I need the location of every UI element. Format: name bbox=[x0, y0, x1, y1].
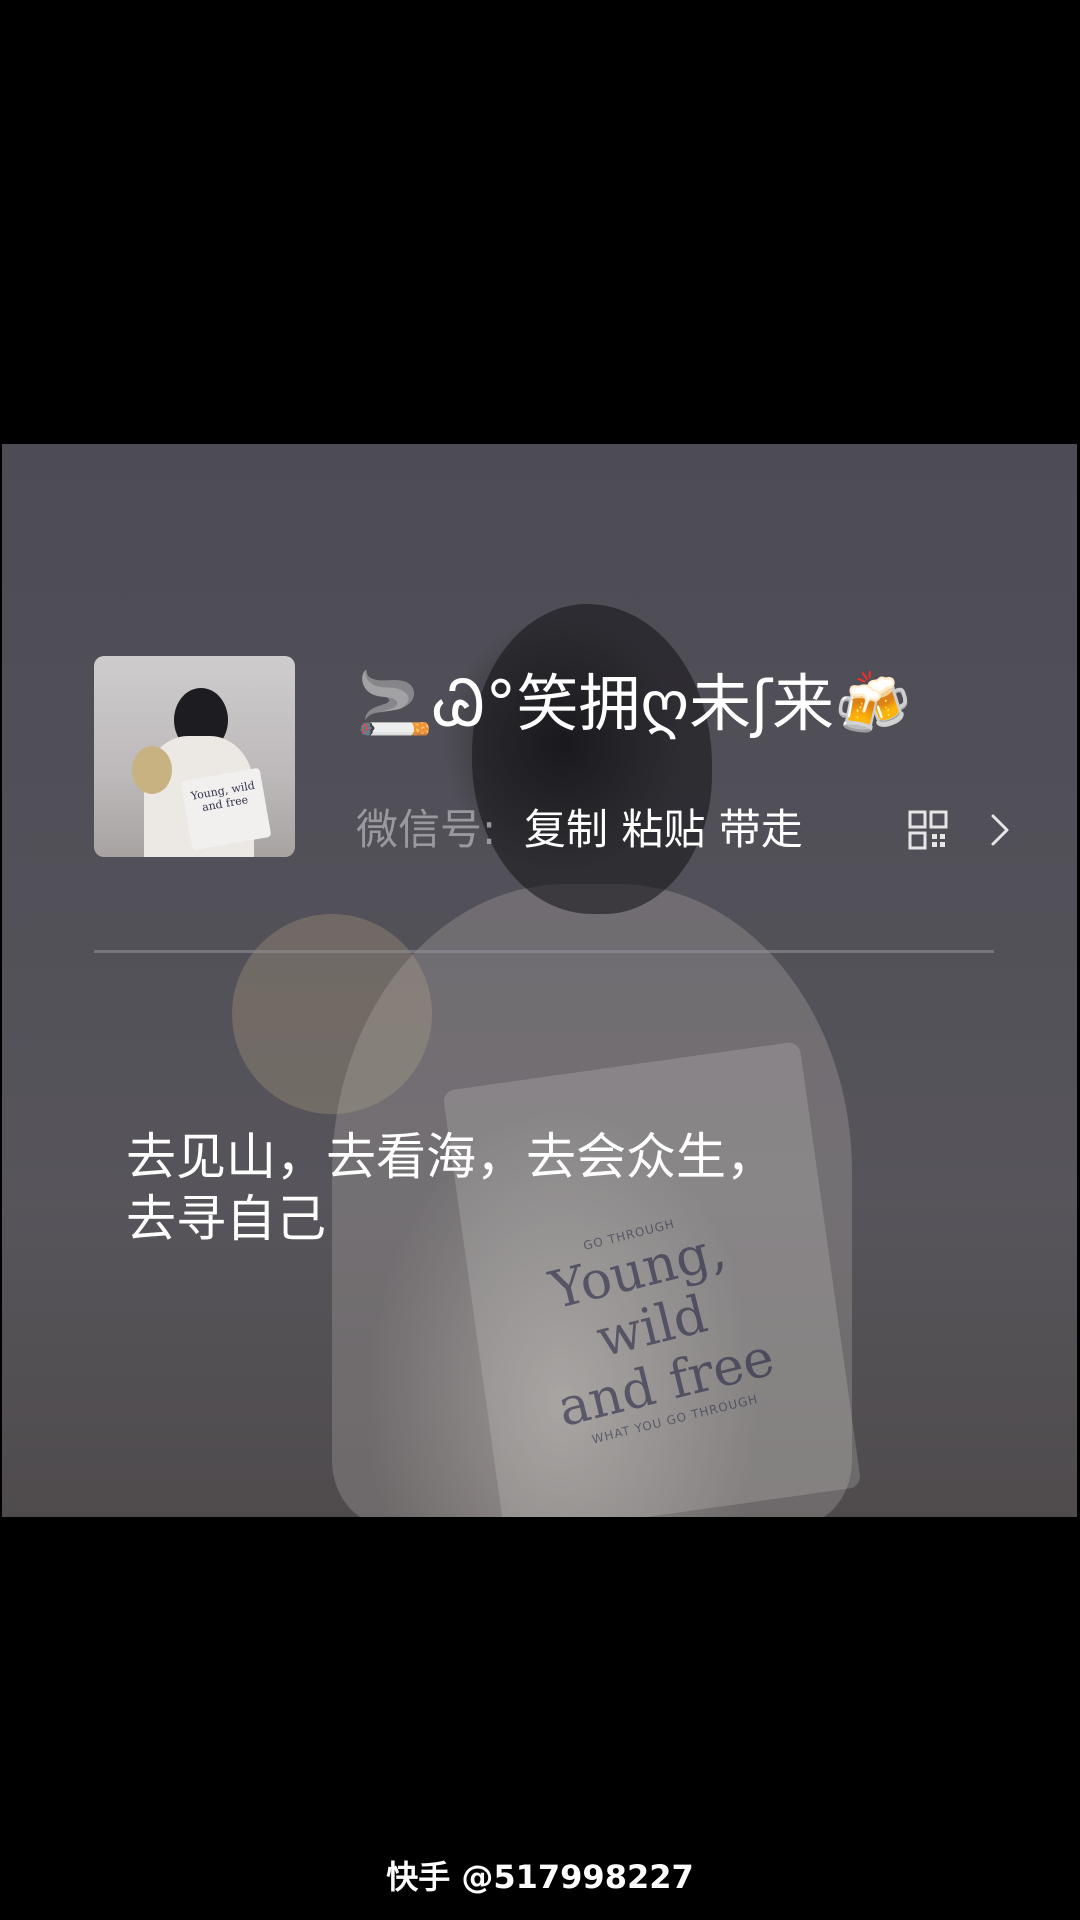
avatar[interactable]: Young, wild and free bbox=[94, 656, 295, 857]
signature-text: 去见山，去看海，去会众生， 去寻自己 bbox=[126, 1126, 986, 1250]
background-flowers bbox=[232, 914, 432, 1114]
signature-line-2: 去寻自己 bbox=[126, 1190, 326, 1248]
avatar-flowers bbox=[132, 746, 172, 794]
profile-card: GO THROUGH Young, wild and free WHAT YOU… bbox=[2, 444, 1077, 1517]
wechat-id-label: 微信号: bbox=[356, 805, 497, 854]
qr-code-icon[interactable] bbox=[908, 810, 948, 850]
screen: GO THROUGH Young, wild and free WHAT YOU… bbox=[0, 0, 1080, 1920]
nickname: 🚬Ꮚ°笑拥ღ未ʃ来🍻 bbox=[356, 667, 912, 740]
wechat-id-value: 复制 粘贴 带走 bbox=[524, 805, 803, 854]
watermark: 快手 @517998227 bbox=[386, 1858, 694, 1896]
divider bbox=[94, 950, 994, 953]
wechat-id-row[interactable]: 微信号: 复制 粘贴 带走 bbox=[356, 800, 1016, 860]
avatar-bag: Young, wild and free bbox=[180, 767, 272, 851]
signature-line-1: 去见山，去看海，去会众生， bbox=[126, 1128, 776, 1186]
chevron-right-icon[interactable] bbox=[988, 812, 1012, 848]
background-figure-head bbox=[472, 604, 712, 914]
